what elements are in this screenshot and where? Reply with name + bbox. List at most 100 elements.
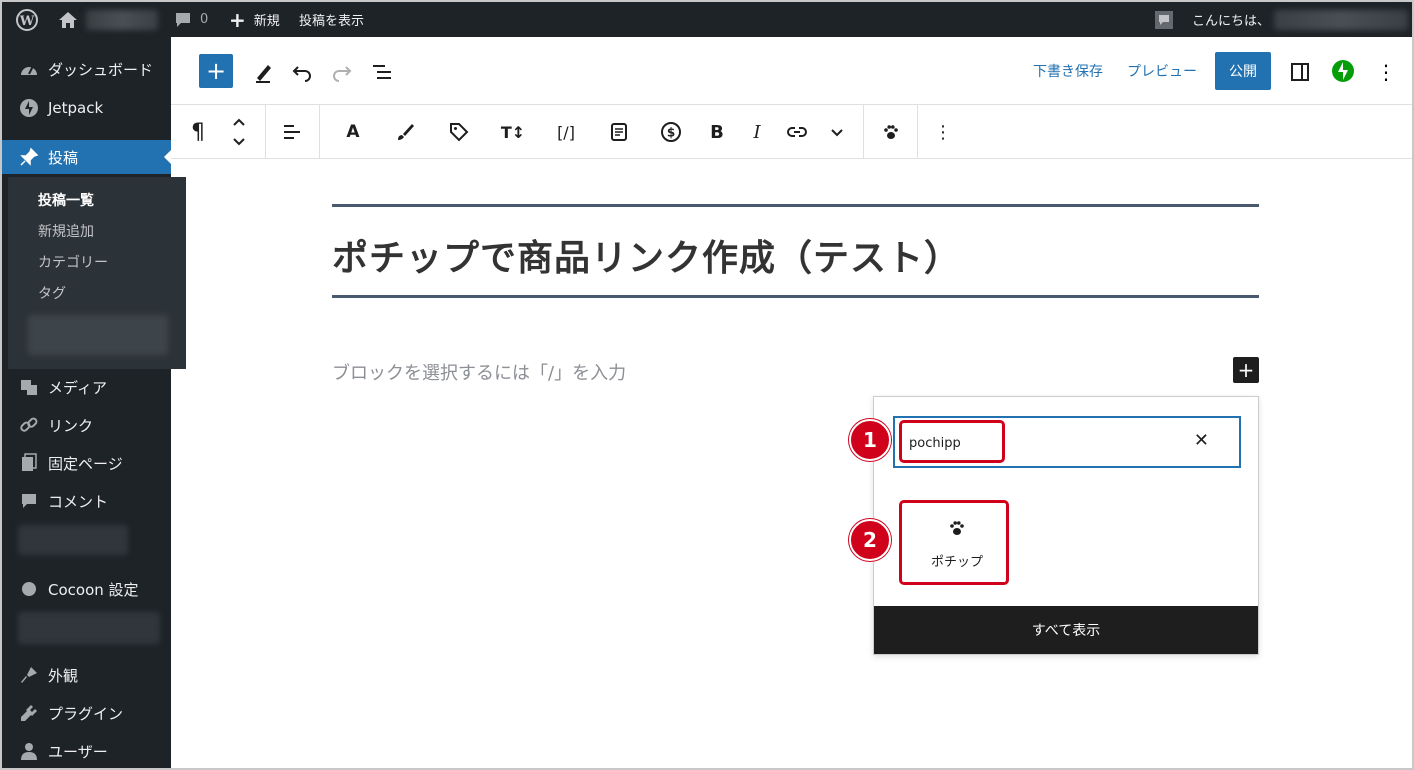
annotation-highlight-search: [899, 420, 1005, 463]
sidebar-item-links[interactable]: リンク: [2, 408, 171, 442]
preview-button[interactable]: プレビュー: [1127, 61, 1197, 81]
sidebar-item-label: コメント: [48, 492, 109, 511]
document-icon: [611, 123, 627, 141]
pin-icon: [18, 147, 40, 167]
more-formatting-button[interactable]: [827, 105, 847, 159]
sidebar-item-plugins[interactable]: プラグイン: [2, 696, 171, 730]
svg-text:W: W: [19, 14, 35, 29]
sidebar-panel-icon: [1291, 63, 1309, 81]
sidebar-item-label: ユーザー: [48, 742, 108, 761]
jetpack-button[interactable]: [1330, 58, 1356, 84]
jetpack-icon: [1332, 60, 1354, 82]
move-block-buttons[interactable]: [227, 105, 251, 159]
sidebar-item-users[interactable]: ユーザー: [2, 734, 171, 768]
sidebar-item-jetpack[interactable]: Jetpack: [2, 91, 171, 125]
close-icon: ✕: [1193, 430, 1209, 451]
submenu-add-new[interactable]: 新規追加: [38, 221, 94, 241]
sidebar-item-comments[interactable]: コメント: [2, 484, 171, 518]
paw-icon: [884, 125, 898, 139]
jetpack-icon: [18, 98, 40, 118]
sidebar-item-label: 投稿: [48, 148, 79, 167]
view-post-link[interactable]: 投稿を表示: [299, 2, 364, 37]
bold-button[interactable]: B: [707, 105, 727, 159]
wordpress-logo-icon[interactable]: W: [16, 2, 38, 37]
comment-icon: [18, 491, 40, 511]
dollar-button[interactable]: $: [659, 105, 683, 159]
shortcode-button[interactable]: [/]: [551, 105, 581, 159]
save-draft-button[interactable]: 下書き保存: [1033, 61, 1103, 81]
post-title[interactable]: ポチップで商品リンク作成（テスト）: [332, 229, 961, 281]
comment-bubble-icon: [176, 12, 190, 27]
submenu-categories[interactable]: カテゴリー: [38, 252, 108, 272]
clear-search-button[interactable]: ✕: [1194, 430, 1209, 451]
settings-sidebar-toggle[interactable]: [1287, 59, 1313, 85]
home-icon[interactable]: [58, 2, 78, 37]
tag-button[interactable]: [447, 105, 471, 159]
submenu-tags[interactable]: タグ: [38, 283, 66, 303]
undo-button[interactable]: [289, 59, 315, 85]
chevron-down-icon: [831, 129, 843, 137]
dollar-icon: $: [661, 122, 681, 142]
new-content-link[interactable]: + 新規: [229, 2, 280, 37]
list-view-icon: [373, 65, 391, 79]
posts-submenu: 投稿一覧 新規追加 カテゴリー タグ: [8, 177, 186, 369]
greeting-text[interactable]: こんにちは、: [1192, 2, 1270, 37]
sidebar-blurred-item: [18, 612, 160, 644]
sidebar-item-posts[interactable]: 投稿: [2, 140, 172, 174]
block-inserter-toggle[interactable]: +: [199, 54, 233, 88]
highlight-button[interactable]: [393, 105, 417, 159]
align-button[interactable]: [279, 105, 305, 159]
toolbar-divider: [917, 105, 918, 159]
align-left-icon: [284, 125, 300, 139]
pencil-icon: [256, 65, 271, 83]
document-button[interactable]: [607, 105, 631, 159]
post-title-block[interactable]: ポチップで商品リンク作成（テスト）: [332, 204, 1259, 298]
sidebar-item-appearance[interactable]: 外観: [2, 658, 171, 692]
redo-button[interactable]: [329, 59, 355, 85]
add-block-button[interactable]: +: [1233, 357, 1259, 383]
sidebar-item-label: メディア: [48, 378, 107, 397]
sidebar-item-media[interactable]: メディア: [2, 370, 171, 404]
sidebar-item-dashboard[interactable]: ダッシュボード: [2, 52, 171, 86]
comments-count: 0: [200, 12, 209, 27]
document-overview-button[interactable]: [369, 59, 395, 85]
username-blurred: [1274, 10, 1408, 30]
admin-avatar-icon: [1154, 2, 1174, 37]
comments-link[interactable]: 0: [174, 2, 208, 37]
submenu-all-posts[interactable]: 投稿一覧: [38, 190, 94, 210]
block-options-button[interactable]: ⋮: [933, 105, 953, 159]
dashboard-icon: [18, 59, 40, 79]
submenu-blurred: [28, 315, 168, 355]
vertical-ellipsis-icon: ⋮: [1376, 60, 1396, 84]
screenshot-frame: W 0 + 新規 投稿を表示 こんにちは、 ダッシュボード Jetpack 投稿…: [0, 0, 1414, 770]
more-options-button[interactable]: ⋮: [1374, 59, 1398, 85]
sidebar-item-pages[interactable]: 固定ページ: [2, 446, 171, 480]
sidebar-item-cocoon[interactable]: Cocoon 設定: [2, 572, 171, 606]
sidebar-item-label: Cocoon 設定: [48, 580, 139, 599]
sidebar-item-label: 固定ページ: [48, 454, 123, 473]
tag-icon: [450, 123, 469, 142]
edit-tool-button[interactable]: [251, 59, 277, 85]
vertical-ellipsis-icon: ⋮: [934, 121, 952, 143]
typography-button[interactable]: T↕: [499, 105, 527, 159]
pochipp-toolbar-button[interactable]: [879, 105, 903, 159]
toolbar-divider: [265, 105, 266, 159]
redo-icon: [333, 66, 352, 82]
paragraph-icon: ¶: [191, 119, 205, 145]
link-icon: [18, 415, 40, 435]
annotation-highlight-result: [899, 500, 1009, 585]
sidebar-item-label: Jetpack: [48, 99, 104, 117]
italic-button[interactable]: I: [747, 105, 767, 159]
sidebar-item-label: リンク: [48, 416, 94, 435]
link-button[interactable]: [785, 105, 809, 159]
show-all-button[interactable]: すべて表示: [874, 606, 1258, 654]
paragraph-block-button[interactable]: ¶: [185, 105, 211, 159]
block-placeholder[interactable]: ブロックを選択するには「/」を入力: [332, 359, 626, 385]
site-name-blurred: [86, 10, 158, 30]
admin-bar: W 0 + 新規 投稿を表示 こんにちは、: [2, 2, 1412, 37]
media-icon: [18, 377, 40, 397]
toolbar-divider: [319, 105, 320, 159]
toolbar-divider: [863, 105, 864, 159]
publish-button[interactable]: 公開: [1215, 52, 1271, 90]
font-button[interactable]: A: [341, 105, 365, 159]
